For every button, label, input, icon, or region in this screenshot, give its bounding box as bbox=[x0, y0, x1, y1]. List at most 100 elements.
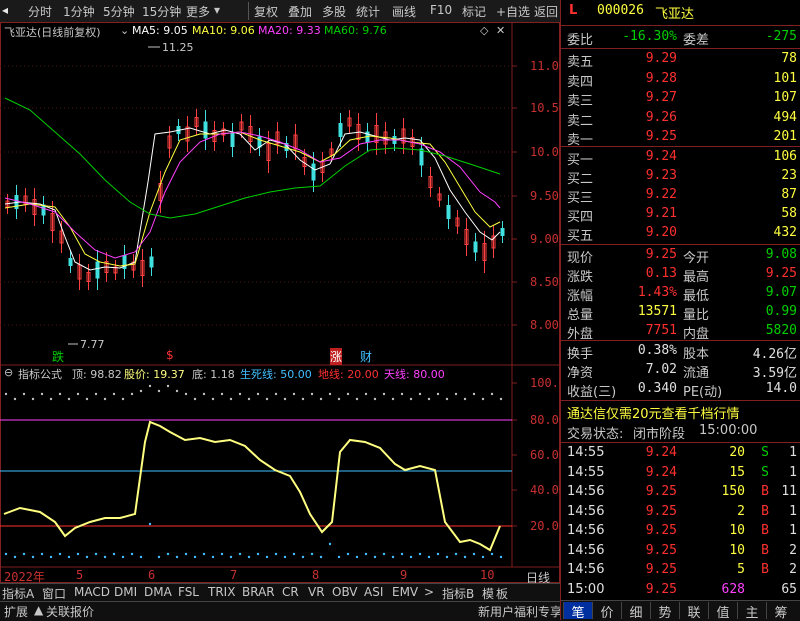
scroll-left-icon[interactable]: ◂ bbox=[2, 3, 8, 17]
toolbar-back[interactable]: 返回 bbox=[534, 3, 558, 20]
book-label: 买三 bbox=[567, 191, 594, 206]
status-promo[interactable]: 新用户福利专享 bbox=[478, 603, 562, 620]
tab-obv[interactable]: OBV bbox=[332, 585, 358, 599]
toolbar-minute[interactable]: 分时 bbox=[28, 3, 52, 20]
book-row[interactable]: 卖三 9.27 107 bbox=[561, 89, 800, 109]
toolbar-add-fav[interactable]: +自选 bbox=[496, 3, 530, 20]
bottom-dot bbox=[400, 552, 404, 556]
trade-state-value: 闭市阶段 bbox=[633, 427, 686, 442]
tab-value[interactable]: 值 bbox=[708, 602, 737, 621]
promo-row[interactable]: 通达信仅需20元查看千档行情 bbox=[561, 402, 800, 422]
indicator-title[interactable]: 指标公式 bbox=[18, 366, 62, 382]
tab-detail[interactable]: 细 bbox=[621, 602, 650, 621]
kline-chart[interactable]: 飞亚达(日线前复权) ⌄ MA5: 9.05 MA10: 9.06 MA20: … bbox=[0, 22, 566, 588]
tab-macd[interactable]: MACD bbox=[74, 585, 110, 599]
toolbar-overlay[interactable]: 叠加 bbox=[288, 3, 312, 20]
bottom-dot bbox=[58, 552, 62, 556]
tab-trix[interactable]: TRIX bbox=[208, 585, 235, 599]
close-icon[interactable]: ✕ bbox=[496, 24, 505, 37]
tab-template[interactable]: 模 bbox=[482, 585, 494, 602]
trade-state-row: 交易状态: 闭市阶段 15:00:00 bbox=[561, 422, 800, 442]
tab-indicator-b[interactable]: 指标B bbox=[442, 585, 474, 602]
toolbar-f10[interactable]: F10 bbox=[430, 3, 452, 17]
bottom-dot bbox=[94, 552, 98, 556]
bottom-dot bbox=[238, 552, 242, 556]
book-volume: 201 bbox=[773, 129, 797, 144]
bottom-dot bbox=[481, 555, 485, 559]
tab-vr[interactable]: VR bbox=[308, 585, 325, 599]
tab-cr[interactable]: CR bbox=[282, 585, 299, 599]
tab-window[interactable]: 窗口 bbox=[42, 585, 66, 602]
marker-die[interactable]: 跌 bbox=[52, 348, 64, 365]
book-row[interactable]: 卖二 9.26 494 bbox=[561, 109, 800, 129]
tab-trades[interactable]: 笔 bbox=[563, 602, 592, 621]
book-row[interactable]: 买五 9.20 432 bbox=[561, 224, 800, 244]
candle-body bbox=[95, 261, 100, 279]
status-related-quote[interactable]: 关联报价 bbox=[46, 603, 94, 620]
tab-emv[interactable]: EMV bbox=[392, 585, 418, 599]
fund-label: 股本 bbox=[683, 347, 710, 362]
quote-row: 涨幅 1.43% 最低 9.07 bbox=[561, 284, 800, 304]
quote-value: 0.99 bbox=[765, 304, 797, 319]
toolbar-stat[interactable]: 统计 bbox=[356, 3, 380, 20]
indicator-collapse-icon[interactable]: ⊖ bbox=[4, 366, 13, 379]
tick-direction: S bbox=[761, 445, 769, 460]
ma5-line bbox=[4, 127, 501, 271]
trade-state-label: 交易状态: bbox=[567, 427, 624, 442]
toolbar-multi[interactable]: 多股 bbox=[322, 3, 346, 20]
book-row[interactable]: 买三 9.22 87 bbox=[561, 186, 800, 206]
tab-board[interactable]: 板 bbox=[496, 585, 508, 602]
toolbar-adjust[interactable]: 复权 bbox=[254, 3, 278, 20]
tab-asi[interactable]: ASI bbox=[364, 585, 383, 599]
chevron-down-icon[interactable]: ⌄ bbox=[120, 24, 129, 37]
tab-dmi[interactable]: DMI bbox=[114, 585, 137, 599]
book-row[interactable]: 卖五 9.29 78 bbox=[561, 50, 800, 70]
tab-fsl[interactable]: FSL bbox=[178, 585, 199, 599]
toolbar-mark[interactable]: 标记 bbox=[462, 3, 486, 20]
book-label: 买二 bbox=[567, 172, 594, 187]
tab-main[interactable]: 主 bbox=[737, 602, 766, 621]
tab-dma[interactable]: DMA bbox=[144, 585, 172, 599]
status-extend[interactable]: 扩展 bbox=[4, 603, 28, 620]
weibi-row: 委比 -16.30% 委差 -275 bbox=[561, 28, 800, 48]
tab-brar[interactable]: BRAR bbox=[242, 585, 275, 599]
toolbar-1min[interactable]: 1分钟 bbox=[63, 3, 95, 20]
price-tick: 9.00 bbox=[530, 232, 559, 246]
book-row[interactable]: 卖一 9.25 201 bbox=[561, 128, 800, 148]
top-dot bbox=[454, 392, 458, 396]
tab-more-arrow[interactable]: > bbox=[424, 585, 434, 599]
toolbar-5min[interactable]: 5分钟 bbox=[103, 3, 135, 20]
marker-cai[interactable]: 财 bbox=[360, 348, 372, 365]
tab-trend[interactable]: 势 bbox=[650, 602, 679, 621]
tab-price[interactable]: 价 bbox=[592, 602, 621, 621]
marker-s[interactable]: $ bbox=[166, 348, 174, 362]
diamond-icon[interactable]: ◇ bbox=[480, 24, 488, 37]
toolbar-draw[interactable]: 画线 bbox=[392, 3, 416, 20]
tick-row: 14:56 9.25 150 B 11 bbox=[561, 483, 800, 503]
tab-indicator-a[interactable]: 指标A bbox=[2, 585, 34, 602]
book-row[interactable]: 卖四 9.28 101 bbox=[561, 70, 800, 90]
book-price: 9.25 bbox=[645, 129, 677, 144]
tab-chips[interactable]: 筹 bbox=[766, 602, 795, 621]
book-row[interactable]: 买四 9.21 58 bbox=[561, 205, 800, 225]
candle-body bbox=[419, 148, 424, 166]
book-row[interactable]: 买二 9.23 23 bbox=[561, 167, 800, 187]
price-tick: 9.50 bbox=[530, 189, 559, 203]
tick-price: 9.25 bbox=[645, 562, 677, 577]
top-dot bbox=[193, 397, 197, 401]
tab-linked[interactable]: 联 bbox=[679, 602, 708, 621]
toolbar-15min[interactable]: 15分钟 bbox=[142, 3, 181, 20]
book-row[interactable]: 买一 9.24 106 bbox=[561, 148, 800, 168]
candle-body bbox=[203, 121, 208, 139]
top-dot bbox=[283, 397, 287, 401]
tick-price: 9.25 bbox=[645, 503, 677, 519]
quote-value: 5820 bbox=[765, 323, 797, 338]
candle-series bbox=[5, 109, 505, 290]
bottom-dot bbox=[301, 555, 305, 559]
toolbar-more[interactable]: 更多 bbox=[186, 3, 210, 20]
panel-promo[interactable]: 通达信仅需20元查看千档行情 bbox=[567, 403, 740, 422]
candle-body bbox=[338, 123, 343, 137]
marker-zhang[interactable]: 涨 bbox=[330, 348, 343, 365]
indicator-skyline: 天线: 80.00 bbox=[384, 368, 445, 381]
bottom-dot bbox=[229, 555, 233, 559]
